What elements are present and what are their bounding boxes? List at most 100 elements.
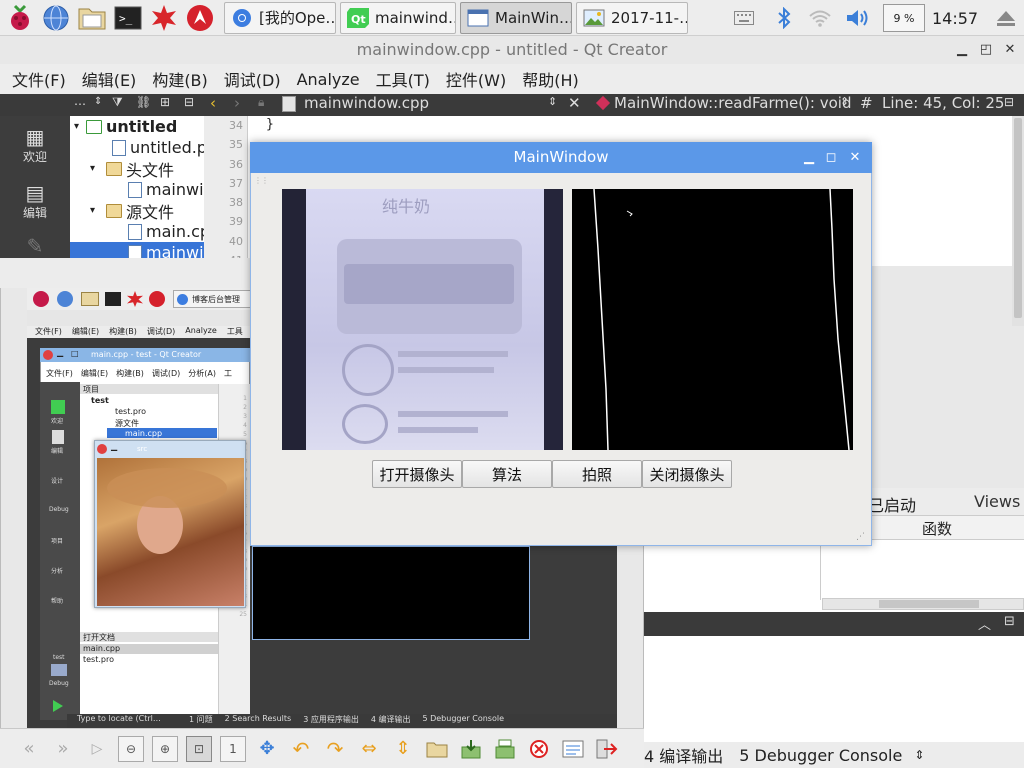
views-button[interactable]: Views <box>974 492 1020 511</box>
resize-grip[interactable]: ⋰ <box>856 532 865 542</box>
save-as-icon[interactable] <box>492 736 518 762</box>
math-icon[interactable] <box>148 2 180 34</box>
mini-output-tab: 3 应用程序输出 <box>303 715 359 724</box>
capture-photo-button[interactable]: 拍照 <box>552 460 642 488</box>
minimize-button[interactable]: ▁ <box>950 36 974 64</box>
dialog-close-button[interactable]: ✕ <box>844 142 866 173</box>
browser-globe-icon[interactable] <box>40 2 72 34</box>
clock[interactable]: 14:57 <box>932 0 978 36</box>
scrollbar-thumb[interactable] <box>1014 118 1022 318</box>
file-manager-icon[interactable] <box>76 2 108 34</box>
tree-row-headers[interactable]: ▾ 头文件 <box>90 158 175 180</box>
filter-icon[interactable]: ⧩ <box>112 95 123 110</box>
original-size-icon[interactable]: 1 <box>220 735 246 762</box>
menu-analyze[interactable]: Analyze <box>289 70 368 89</box>
maximize-pane-icon[interactable]: ︿ <box>978 614 991 633</box>
file-dropdown-icon[interactable]: ⇕ <box>548 95 557 108</box>
menu-debug[interactable]: 调试(D) <box>216 67 289 91</box>
tab-compile-output[interactable]: 4 编译输出 <box>644 743 723 767</box>
task-image-viewer[interactable]: 2017-11-… <box>576 1 688 34</box>
task-chromium[interactable]: [我的Ope… <box>224 1 336 34</box>
wifi-icon[interactable] <box>806 0 834 36</box>
task-mainwindow[interactable]: MainWin… <box>460 1 572 34</box>
eject-icon[interactable] <box>992 0 1020 36</box>
open-file-name[interactable]: mainwindow.cpp <box>304 94 429 112</box>
tree-label: 头文件 <box>126 160 175 180</box>
algorithm-button[interactable]: 算法 <box>462 460 552 488</box>
tree-row-sources[interactable]: ▾ 源文件 <box>90 200 174 222</box>
preferences-icon[interactable] <box>560 736 586 762</box>
design-icon[interactable]: ✎ <box>0 234 70 258</box>
dialog-minimize-button[interactable]: ▁ <box>798 142 820 173</box>
task-qtcreator[interactable]: Qt mainwind… <box>340 1 456 34</box>
tree-row-project[interactable]: ▾ untitled <box>70 116 177 137</box>
open-camera-button[interactable]: 打开摄像头 <box>372 460 462 488</box>
mode-edit[interactable]: ▤ 编辑 <box>0 182 70 221</box>
save-icon[interactable] <box>458 736 484 762</box>
link-icon[interactable]: ⛓ <box>136 95 151 109</box>
flip-horizontal-icon[interactable]: ⇔ <box>356 736 382 762</box>
window-title: mainwindow.cpp - untitled - Qt Creator <box>0 36 1024 64</box>
zoom-in-icon[interactable]: ⊕ <box>152 735 178 762</box>
menu-file[interactable]: 文件(F) <box>4 67 74 91</box>
mini-menu: Analyze <box>185 326 217 335</box>
play-icon[interactable]: ▷ <box>84 736 110 762</box>
delete-icon[interactable] <box>526 736 552 762</box>
horizontal-scrollbar[interactable] <box>822 598 1024 610</box>
mode-label: 编辑 <box>22 206 47 220</box>
fullscreen-icon[interactable]: ✥ <box>254 736 280 762</box>
function-dropdown-icon[interactable]: ⇕ <box>840 95 849 108</box>
fit-icon[interactable]: ⊡ <box>186 735 212 762</box>
back-icon[interactable]: ‹ <box>210 94 216 112</box>
previous-icon[interactable]: « <box>16 736 42 762</box>
dialog-maximize-button[interactable]: ◻ <box>820 142 842 173</box>
mini-minimize-icon: ▁ <box>111 442 118 451</box>
expand-icon[interactable]: ▾ <box>90 205 106 216</box>
rotate-right-icon[interactable]: ↷ <box>322 736 348 762</box>
volume-icon[interactable] <box>843 0 871 36</box>
mini-open-doc: main.cpp <box>83 644 121 653</box>
close-document-icon[interactable]: ✕ <box>568 94 581 112</box>
tree-row-header-file[interactable]: mainwi <box>128 179 204 200</box>
close-button[interactable]: ✕ <box>998 36 1022 64</box>
tab-debugger-console[interactable]: 5 Debugger Console <box>739 746 902 765</box>
close-camera-button[interactable]: 关闭摄像头 <box>642 460 732 488</box>
rotate-left-icon[interactable]: ↶ <box>288 736 314 762</box>
zoom-out-icon[interactable]: ⊖ <box>118 735 144 762</box>
close-pane-icon[interactable]: ⊟ <box>1004 614 1015 629</box>
split-editor-icon[interactable]: ⊟ <box>1004 95 1014 109</box>
tree-row-pro[interactable]: untitled.pro <box>112 137 204 158</box>
split-icon[interactable]: ⊞ <box>160 95 170 109</box>
svg-text:Qt: Qt <box>351 13 366 26</box>
bluetooth-icon[interactable] <box>772 0 796 36</box>
sort-icon[interactable]: ⇕ <box>94 96 102 107</box>
tree-label: untitled <box>106 117 178 136</box>
function-name[interactable]: MainWindow::readFarme(): void <box>614 94 851 112</box>
open-folder-icon[interactable] <box>424 736 450 762</box>
maximize-button[interactable]: ◰ <box>974 36 998 64</box>
menu-edit[interactable]: 编辑(E) <box>74 67 145 91</box>
raspberry-menu-icon[interactable] <box>4 2 36 34</box>
forward-icon[interactable]: › <box>234 94 240 112</box>
column-header-function[interactable]: 函数 <box>922 518 952 539</box>
menu-tools[interactable]: 工具(T) <box>368 67 438 91</box>
cpu-monitor: 9 % <box>882 0 926 36</box>
more-icon[interactable]: … <box>74 94 86 108</box>
menu-help[interactable]: 帮助(H) <box>514 67 587 91</box>
menu-widgets[interactable]: 控件(W) <box>438 67 514 91</box>
editor-scrollbar[interactable] <box>1012 116 1024 326</box>
close-pane-icon[interactable]: ⊟ <box>184 95 194 109</box>
expand-icon[interactable]: ▾ <box>90 163 106 174</box>
flip-vertical-icon[interactable]: ⇕ <box>390 736 416 762</box>
terminal-icon[interactable]: >_ <box>112 2 144 34</box>
keyboard-icon[interactable] <box>732 0 756 36</box>
wolfram-icon[interactable] <box>184 2 216 34</box>
header-file-icon <box>128 181 142 198</box>
tab-dropdown-icon[interactable]: ⇕ <box>914 748 924 762</box>
next-icon[interactable]: » <box>50 736 76 762</box>
expand-icon[interactable]: ▾ <box>70 121 86 132</box>
menu-build[interactable]: 构建(B) <box>144 67 215 91</box>
mode-welcome[interactable]: ▦ 欢迎 <box>0 126 70 165</box>
tree-row-main[interactable]: main.cp <box>128 221 204 242</box>
exit-icon[interactable] <box>594 736 620 762</box>
